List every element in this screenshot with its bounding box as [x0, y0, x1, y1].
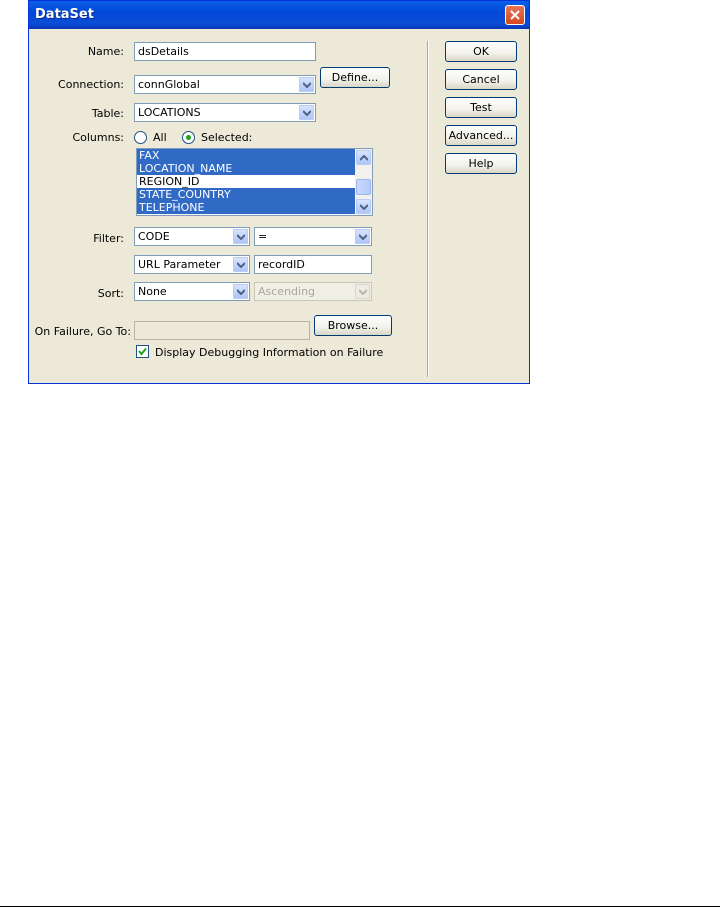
title-bar[interactable]: DataSet	[29, 1, 529, 29]
sort-column-value: None	[138, 285, 167, 298]
sort-order-value: Ascending	[258, 285, 316, 298]
vertical-divider	[427, 41, 429, 377]
columns-all-radio[interactable]	[134, 131, 147, 144]
debug-label: Display Debugging Information on Failure	[155, 346, 384, 359]
sort-column-select[interactable]: None	[134, 282, 250, 301]
close-icon	[510, 10, 520, 20]
filter-label: Filter:	[93, 232, 124, 245]
columns-selected-label: Selected:	[201, 131, 253, 144]
chevron-down-icon	[360, 204, 368, 210]
sort-label: Sort:	[97, 287, 124, 300]
ok-button[interactable]: OK	[445, 41, 517, 62]
sort-order-select: Ascending	[254, 282, 372, 301]
chevron-down-icon	[355, 284, 370, 299]
columns-all-label: All	[153, 131, 167, 144]
name-label: Name:	[87, 45, 124, 58]
filter-operator-value: =	[258, 230, 268, 243]
filter-source-select[interactable]: URL Parameter	[134, 255, 250, 274]
name-input[interactable]: dsDetails	[134, 42, 316, 61]
chevron-down-icon[interactable]	[233, 284, 248, 299]
list-item[interactable]: REGION_ID	[137, 175, 372, 188]
filter-column-select[interactable]: CODE	[134, 227, 250, 246]
filter-operator-select[interactable]: =	[254, 227, 372, 246]
table-select[interactable]: LOCATIONS	[134, 103, 316, 122]
connection-value: connGlobal	[138, 78, 200, 91]
window-title: DataSet	[35, 7, 94, 22]
list-item[interactable]: STATE_COUNTRY	[137, 188, 372, 201]
chevron-down-icon[interactable]	[233, 257, 248, 272]
scroll-up-button[interactable]	[356, 150, 371, 165]
chevron-down-icon[interactable]	[299, 77, 314, 92]
columns-selected-radio[interactable]	[182, 131, 195, 144]
connection-label: Connection:	[58, 78, 124, 91]
test-button[interactable]: Test	[445, 97, 517, 118]
debug-checkbox[interactable]	[136, 345, 149, 358]
chevron-down-icon[interactable]	[233, 229, 248, 244]
scroll-down-button[interactable]	[356, 199, 371, 214]
filter-source-value: URL Parameter	[138, 258, 221, 271]
list-item[interactable]: FAX	[137, 149, 372, 162]
table-label: Table:	[91, 107, 124, 120]
close-button[interactable]	[505, 5, 525, 25]
cancel-button[interactable]: Cancel	[445, 69, 517, 90]
checkmark-icon	[138, 347, 147, 356]
scroll-thumb[interactable]	[356, 179, 371, 195]
columns-label: Columns:	[72, 131, 124, 144]
radio-dot-icon	[186, 135, 191, 140]
chevron-down-icon[interactable]	[299, 105, 314, 120]
failure-label: On Failure, Go To:	[34, 325, 131, 338]
define-button[interactable]: Define...	[320, 67, 390, 88]
columns-listbox[interactable]: FAX LOCATION_NAME REGION_ID STATE_COUNTRY TE…	[136, 148, 373, 216]
chevron-up-icon	[360, 155, 368, 161]
columns-list: FAX LOCATION_NAME REGION_ID STATE_COUNTRY TE…	[137, 149, 372, 214]
list-item[interactable]: LOCATION_NAME	[137, 162, 372, 175]
help-button[interactable]: Help	[445, 153, 517, 174]
browse-button[interactable]: Browse...	[314, 315, 392, 336]
filter-value-input[interactable]: recordID	[254, 255, 372, 274]
listbox-scrollbar[interactable]	[355, 149, 372, 215]
chevron-down-icon[interactable]	[355, 229, 370, 244]
table-value: LOCATIONS	[138, 106, 201, 119]
failure-input[interactable]	[134, 321, 310, 340]
advanced-button[interactable]: Advanced...	[445, 125, 517, 146]
list-item[interactable]: TELEPHONE	[137, 201, 372, 214]
connection-select[interactable]: connGlobal	[134, 75, 316, 94]
dataset-dialog: DataSet Name: dsDetails Connection: conn…	[28, 0, 530, 384]
filter-column-value: CODE	[138, 230, 170, 243]
